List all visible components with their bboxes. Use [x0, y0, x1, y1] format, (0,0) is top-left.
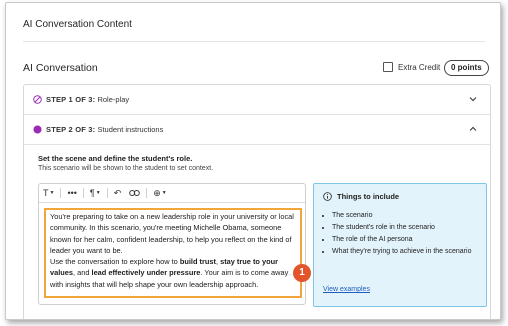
- scenario-paragraph-1: You're preparing to take on a new leader…: [50, 212, 294, 255]
- view-examples-link[interactable]: View examples: [323, 286, 370, 293]
- paragraph-button[interactable]: ¶ ▼: [86, 184, 105, 202]
- link-icon: [129, 190, 141, 196]
- instructions-subtitle: This scenario will be shown to the stude…: [38, 165, 214, 172]
- list-item: What they're trying to achieve in the sc…: [332, 247, 482, 257]
- link-button[interactable]: [125, 184, 144, 202]
- extra-credit-checkbox[interactable]: [383, 62, 393, 72]
- tips-title: Things to include: [337, 192, 400, 201]
- toolbar-divider: [82, 188, 84, 198]
- title-divider: [23, 41, 485, 42]
- steps-accordion: STEP 1 OF 3: Role-play STEP 2 OF 3: Stud…: [23, 84, 491, 319]
- info-icon: [323, 192, 332, 201]
- more-formatting-button[interactable]: •••: [63, 184, 80, 202]
- step-in-progress-icon: [33, 125, 42, 134]
- caret-down-icon: ▼: [49, 190, 55, 196]
- page-title: AI Conversation Content: [23, 19, 132, 30]
- chevron-down-icon[interactable]: [468, 94, 478, 104]
- list-item: The scenario: [332, 211, 482, 221]
- step-2-header[interactable]: STEP 2 OF 3: Student instructions: [24, 115, 490, 145]
- tips-header: Things to include: [323, 192, 399, 201]
- toolbar-divider: [106, 188, 108, 198]
- caret-down-icon: ▼: [95, 190, 101, 196]
- step-2-label: STEP 2 OF 3: Student instructions: [46, 125, 164, 134]
- toolbar-divider: [146, 188, 148, 198]
- scenario-paragraph-2: Use the conversation to explore how to b…: [50, 257, 289, 289]
- chevron-up-icon[interactable]: [468, 124, 478, 134]
- tips-list: The scenario The student's role in the s…: [326, 211, 482, 259]
- editor-toolbar: T ▼ ••• ¶ ▼ ↶ ⊕ ▼: [39, 184, 305, 203]
- extra-credit-toggle[interactable]: Extra Credit: [383, 62, 440, 72]
- list-item: The student's role in the scenario: [332, 223, 482, 233]
- step-complete-icon: [33, 95, 42, 104]
- instructions-title: Set the scene and define the student's r…: [38, 154, 193, 163]
- rich-text-editor: T ▼ ••• ¶ ▼ ↶ ⊕ ▼ You're preparing to take …: [38, 183, 306, 305]
- step-1-header[interactable]: STEP 1 OF 3: Role-play: [24, 85, 490, 115]
- toolbar-divider: [60, 188, 62, 198]
- step-number-badge: 1: [293, 264, 311, 282]
- things-to-include-panel: Things to include The scenario The stude…: [313, 183, 487, 307]
- text-style-button[interactable]: T ▼: [39, 184, 58, 202]
- insert-button[interactable]: ⊕ ▼: [149, 184, 171, 202]
- step-1-label: STEP 1 OF 3: Role-play: [46, 95, 130, 104]
- undo-button[interactable]: ↶: [110, 184, 126, 202]
- content-panel: AI Conversation Content AI Conversation …: [5, 2, 501, 320]
- scenario-text-area[interactable]: You're preparing to take on a new leader…: [44, 208, 302, 298]
- points-button[interactable]: 0 points: [444, 60, 489, 76]
- list-item: The role of the AI persona: [332, 235, 482, 245]
- extra-credit-label: Extra Credit: [398, 62, 441, 72]
- section-title: AI Conversation: [23, 62, 98, 74]
- caret-down-icon: ▼: [161, 190, 167, 196]
